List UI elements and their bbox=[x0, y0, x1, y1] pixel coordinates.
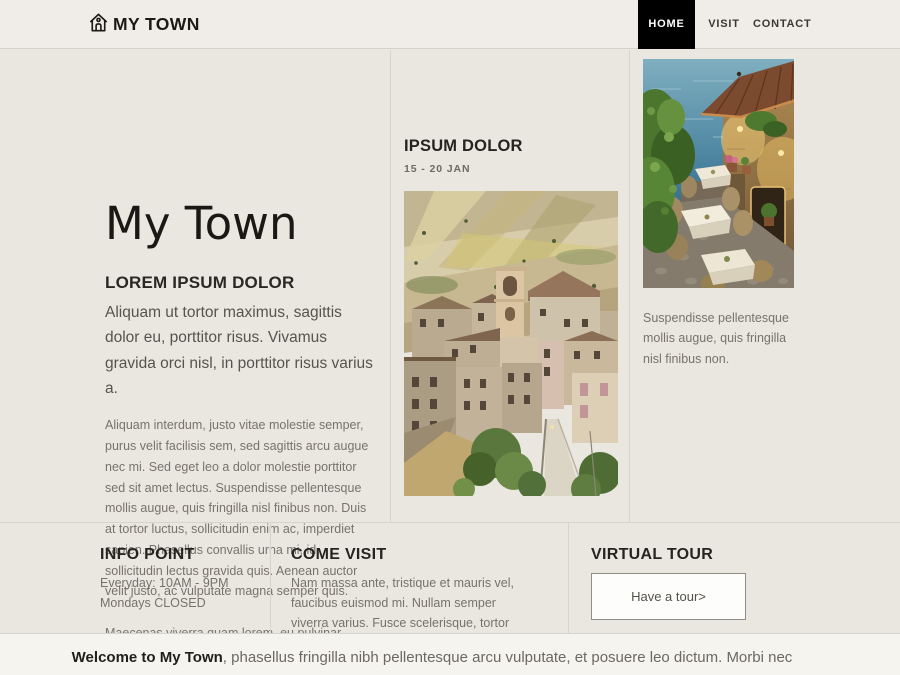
event-date: 15 - 20 JAN bbox=[404, 163, 616, 175]
virtual-tour-section: VIRTUAL TOUR Have a tour> bbox=[568, 523, 900, 634]
event-column: IPSUM DOLOR 15 - 20 JAN bbox=[390, 50, 630, 522]
nav-item-visit[interactable]: VISIT bbox=[701, 0, 747, 49]
site-header: MY TOWN HOME VISIT CONTACT bbox=[0, 0, 900, 49]
footer-bold-text: Welcome to My Town bbox=[72, 649, 223, 666]
hero-column: My Town LOREM IPSUM DOLOR Aliquam ut tor… bbox=[0, 50, 390, 522]
virtual-tour-title: VIRTUAL TOUR bbox=[591, 546, 900, 564]
house-icon bbox=[87, 11, 110, 39]
hero-lead-paragraph: Aliquam ut tortor maximus, sagittis dolo… bbox=[105, 300, 376, 402]
info-row: INFO POINT Everyday: 10AM - 9PM Mondays … bbox=[0, 522, 900, 633]
info-point-section: INFO POINT Everyday: 10AM - 9PM Mondays … bbox=[0, 523, 270, 634]
footer-text: Welcome to My Town, phasellus fringilla … bbox=[0, 649, 900, 666]
have-a-tour-button[interactable]: Have a tour> bbox=[591, 573, 746, 620]
page-title: My Town bbox=[105, 198, 376, 250]
site-logo[interactable]: MY TOWN bbox=[87, 0, 200, 49]
event-title: IPSUM DOLOR bbox=[404, 137, 616, 156]
site-footer: Welcome to My Town, phasellus fringilla … bbox=[0, 633, 900, 675]
hillside-town-photo bbox=[404, 191, 616, 501]
seaside-terrace-photo bbox=[643, 59, 900, 293]
hero-subtitle: LOREM IPSUM DOLOR bbox=[105, 273, 376, 293]
nav-item-home[interactable]: HOME bbox=[638, 0, 695, 49]
main-content: My Town LOREM IPSUM DOLOR Aliquam ut tor… bbox=[0, 50, 900, 522]
nav-item-contact[interactable]: CONTACT bbox=[753, 0, 809, 49]
logo-text: MY TOWN bbox=[113, 14, 200, 35]
aside-column: Suspendisse pellentesque mollis augue, q… bbox=[630, 50, 900, 522]
footer-regular-text: , phasellus fringilla nibh pellentesque … bbox=[223, 649, 793, 666]
info-point-title: INFO POINT bbox=[100, 546, 270, 564]
come-visit-title: COME VISIT bbox=[291, 546, 568, 564]
come-visit-section: COME VISIT Nam massa ante, tristique et … bbox=[270, 523, 568, 634]
aside-caption: Suspendisse pellentesque mollis augue, q… bbox=[643, 308, 803, 369]
